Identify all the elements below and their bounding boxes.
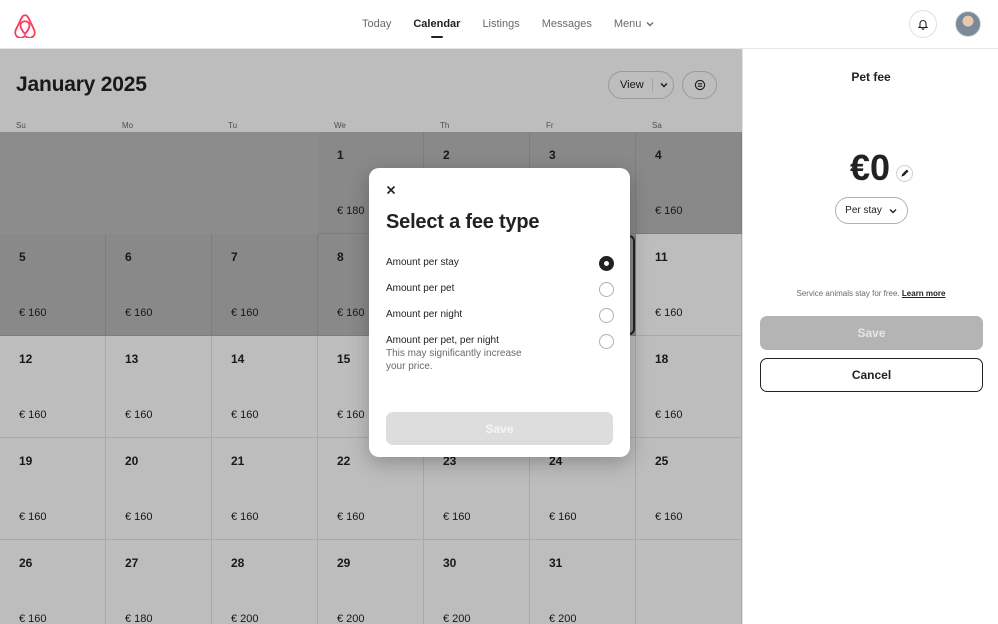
pencil-icon bbox=[901, 169, 909, 177]
nav-menu[interactable]: Menu bbox=[603, 0, 667, 48]
close-button[interactable] bbox=[383, 182, 399, 198]
learn-more-link[interactable]: Learn more bbox=[902, 289, 946, 298]
pane-save-button[interactable]: Save bbox=[760, 316, 983, 350]
avatar[interactable] bbox=[955, 11, 981, 37]
chevron-down-icon bbox=[889, 208, 897, 213]
nav-calendar[interactable]: Calendar bbox=[402, 0, 471, 48]
notifications-button[interactable] bbox=[909, 10, 937, 38]
top-navigation-bar: Today Calendar Listings Messages Menu bbox=[0, 0, 998, 49]
dialog-save-button[interactable]: Save bbox=[386, 412, 613, 445]
pet-fee-amount[interactable]: €0 bbox=[850, 147, 890, 189]
nav-listings[interactable]: Listings bbox=[471, 0, 530, 48]
option-per-pet[interactable]: Amount per pet bbox=[386, 282, 614, 297]
edit-amount-button[interactable] bbox=[896, 165, 913, 182]
option-per-night[interactable]: Amount per night bbox=[386, 308, 614, 323]
radio-button[interactable] bbox=[599, 256, 614, 271]
pane-cancel-button[interactable]: Cancel bbox=[760, 358, 983, 392]
nav-menu-label: Menu bbox=[613, 18, 642, 30]
dialog-title: Select a fee type bbox=[386, 211, 540, 233]
option-label: Amount per stay bbox=[386, 257, 459, 268]
fee-type-dropdown[interactable]: Per stay bbox=[835, 197, 908, 224]
pet-fee-pane: Pet fee €0 Per stay Service animals stay… bbox=[742, 49, 998, 624]
service-note-text: Service animals stay for free. bbox=[796, 289, 900, 298]
pane-title: Pet fee bbox=[851, 70, 891, 84]
service-animal-note: Service animals stay for free. Learn mor… bbox=[743, 289, 998, 298]
radio-button[interactable] bbox=[599, 282, 614, 297]
close-icon bbox=[386, 185, 396, 195]
option-per-pet-per-night[interactable]: Amount per pet, per night This may signi… bbox=[386, 334, 614, 373]
option-per-stay[interactable]: Amount per stay bbox=[386, 256, 614, 271]
fee-type-dialog: Select a fee type Amount per stay Amount… bbox=[369, 168, 630, 457]
option-label: Amount per night bbox=[386, 309, 463, 320]
bell-icon bbox=[917, 20, 929, 30]
nav-today[interactable]: Today bbox=[351, 0, 402, 48]
chevron-down-icon bbox=[646, 22, 654, 27]
main-nav: Today Calendar Listings Messages Menu bbox=[351, 0, 666, 48]
nav-messages[interactable]: Messages bbox=[531, 0, 603, 48]
fee-type-label: Per stay bbox=[845, 205, 882, 216]
option-description: This may significantly increase your pri… bbox=[386, 348, 522, 372]
option-label: Amount per pet, per night bbox=[386, 335, 499, 346]
radio-button[interactable] bbox=[599, 308, 614, 323]
radio-button[interactable] bbox=[599, 334, 614, 349]
airbnb-logo-icon[interactable] bbox=[13, 12, 37, 38]
option-label: Amount per pet bbox=[386, 283, 455, 294]
